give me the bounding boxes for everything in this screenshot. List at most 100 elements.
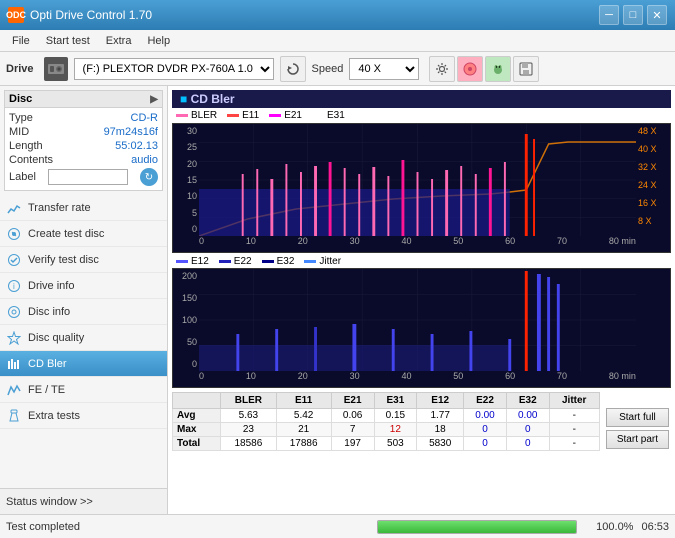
drive-label: Drive: [6, 63, 34, 75]
disc-label-input[interactable]: [48, 169, 128, 185]
nav-verify-test-disc[interactable]: Verify test disc: [0, 247, 167, 273]
disc-mid-label: MID: [9, 126, 29, 138]
settings-icon[interactable]: [429, 56, 455, 82]
nav-extra-tests[interactable]: Extra tests: [0, 403, 167, 429]
nav-fe-te-label: FE / TE: [28, 384, 65, 396]
avg-e22: 0.00: [464, 409, 507, 423]
total-e32: 0: [506, 437, 549, 451]
legend-bler-label: BLER: [191, 110, 217, 121]
max-e12: 18: [417, 423, 464, 437]
avg-e11: 5.42: [276, 409, 331, 423]
disc-label-refresh-btn[interactable]: ↻: [140, 168, 158, 186]
status-window-button[interactable]: Status window >>: [0, 488, 167, 514]
progress-percent: 100.0%: [585, 521, 633, 533]
menu-file[interactable]: File: [4, 33, 38, 49]
stats-max-row: Max 23 21 7 12 18 0 0 -: [173, 423, 600, 437]
nav-fe-te[interactable]: FE / TE: [0, 377, 167, 403]
speed-select[interactable]: 40 X: [349, 58, 419, 80]
total-e12: 5830: [417, 437, 464, 451]
disc-fields: Type CD-R MID 97m24s16f Length 55:02.13 …: [5, 108, 162, 190]
disc-contents-row: Contents audio: [9, 154, 158, 166]
window-controls: ─ □ ✕: [599, 5, 667, 25]
nav-cd-bler[interactable]: CD Bler: [0, 351, 167, 377]
nav-disc-info[interactable]: Disc info: [0, 299, 167, 325]
disc-length-value: 55:02.13: [115, 140, 158, 152]
total-jitter: -: [549, 437, 599, 451]
disc-type-label: Type: [9, 112, 33, 124]
stats-table: BLER E11 E21 E31 E12 E22 E32 Jitter Avg …: [172, 392, 600, 451]
avg-e32: 0.00: [506, 409, 549, 423]
menubar: File Start test Extra Help: [0, 30, 675, 52]
drive-icon: [44, 57, 68, 81]
close-button[interactable]: ✕: [647, 5, 667, 25]
drive-select[interactable]: (F:) PLEXTOR DVDR PX-760A 1.07: [74, 58, 274, 80]
avg-e31: 0.15: [374, 409, 417, 423]
legend-jitter-label: Jitter: [319, 256, 341, 267]
legend-e22: E22: [219, 256, 252, 267]
top-legend: BLER E11 E21 E31: [172, 108, 671, 123]
bottom-chart-y-labels: 200 150 100 50 0: [173, 269, 199, 371]
max-e31: 12: [374, 423, 417, 437]
max-jitter: -: [549, 423, 599, 437]
max-bler: 23: [221, 423, 276, 437]
col-header-e22: E22: [464, 393, 507, 409]
nav-items: Transfer rate Create test disc Verify te…: [0, 195, 167, 429]
svg-text:i: i: [13, 282, 15, 291]
creature-icon[interactable]: [485, 56, 511, 82]
col-header-e11: E11: [276, 393, 331, 409]
bottom-chart-right: [636, 269, 670, 371]
top-chart-y-right-labels: 48 X 40 X 32 X 24 X 16 X 8 X: [636, 124, 670, 236]
nav-disc-quality[interactable]: Disc quality: [0, 325, 167, 351]
nav-transfer-rate[interactable]: Transfer rate: [0, 195, 167, 221]
nav-drive-info[interactable]: i Drive info: [0, 273, 167, 299]
avg-bler: 5.63: [221, 409, 276, 423]
menu-start-test[interactable]: Start test: [38, 33, 98, 49]
titlebar: ODC Opti Drive Control 1.70 ─ □ ✕: [0, 0, 675, 30]
legend-e31-label: E31: [327, 110, 345, 121]
drive-refresh-icon[interactable]: [280, 56, 306, 82]
menu-help[interactable]: Help: [139, 33, 178, 49]
window-title: Opti Drive Control 1.70: [30, 8, 599, 22]
nav-transfer-rate-label: Transfer rate: [28, 202, 91, 214]
nav-cd-bler-label: CD Bler: [28, 358, 67, 370]
legend-jitter: Jitter: [304, 256, 341, 267]
disc-mid-row: MID 97m24s16f: [9, 126, 158, 138]
total-e31: 503: [374, 437, 417, 451]
legend-e12: E12: [176, 256, 209, 267]
chart-title: ■ CD Bler: [180, 92, 235, 106]
top-chart-svg: [199, 124, 636, 236]
disc-info-icon: [6, 304, 22, 320]
max-label: Max: [173, 423, 221, 437]
legend-e21-label: E21: [284, 110, 302, 121]
disc-label-label: Label: [9, 171, 36, 183]
total-e11: 17886: [276, 437, 331, 451]
nav-drive-info-label: Drive info: [28, 280, 74, 292]
progress-bar: [377, 520, 577, 534]
disc-icon[interactable]: [457, 56, 483, 82]
disc-contents-label: Contents: [9, 154, 53, 166]
max-e32: 0: [506, 423, 549, 437]
disc-panel-arrow[interactable]: ▶: [150, 94, 158, 105]
nav-disc-quality-label: Disc quality: [28, 332, 84, 344]
legend-e21: E21: [269, 110, 302, 121]
menu-extra[interactable]: Extra: [98, 33, 140, 49]
start-part-button[interactable]: Start part: [606, 430, 669, 449]
col-header-e32: E32: [506, 393, 549, 409]
verify-disc-icon: [6, 252, 22, 268]
max-e21: 7: [331, 423, 374, 437]
col-header-empty: [173, 393, 221, 409]
max-e22: 0: [464, 423, 507, 437]
col-header-jitter: Jitter: [549, 393, 599, 409]
nav-extra-tests-label: Extra tests: [28, 410, 80, 422]
start-full-button[interactable]: Start full: [606, 408, 669, 427]
minimize-button[interactable]: ─: [599, 5, 619, 25]
col-header-e31: E31: [374, 393, 417, 409]
save-icon[interactable]: [513, 56, 539, 82]
total-e21: 197: [331, 437, 374, 451]
status-text: Test completed: [6, 521, 369, 533]
maximize-button[interactable]: □: [623, 5, 643, 25]
nav-create-test-disc[interactable]: Create test disc: [0, 221, 167, 247]
disc-label-row: Label ↻: [9, 168, 158, 186]
stats-avg-row: Avg 5.63 5.42 0.06 0.15 1.77 0.00 0.00 -: [173, 409, 600, 423]
disc-quality-icon: [6, 330, 22, 346]
